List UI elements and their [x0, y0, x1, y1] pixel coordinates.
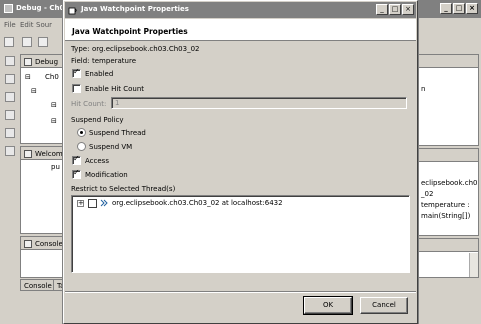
hit-count-input[interactable]: 1: [111, 97, 407, 109]
breakpoints-pane: eclipsebook.ch0 _02 temperature : main(S…: [418, 148, 479, 236]
new-icon[interactable]: [4, 37, 14, 47]
outline-pane: [418, 238, 479, 278]
dialog-title: Java Watchpoint Properties: [81, 5, 189, 13]
suspend-thread-label: Suspend Thread: [89, 129, 146, 137]
dialog-close-button[interactable]: ×: [402, 4, 414, 15]
enable-hit-count-checkbox[interactable]: [72, 84, 81, 93]
java-icon[interactable]: [5, 92, 15, 102]
type-value: org.eclipsebook.ch03.Ch03_02: [92, 45, 200, 53]
debug-view-label: Debug: [35, 58, 59, 66]
debug-tree-root[interactable]: Ch0: [45, 73, 59, 81]
editor-pane: Welcom pu: [20, 146, 64, 234]
dialog-minimize-button[interactable]: _: [376, 4, 388, 15]
suspend-thread-radio[interactable]: [77, 128, 86, 137]
right-line-1: eclipsebook.ch0: [421, 179, 478, 187]
type-label: Type:: [71, 45, 90, 53]
debug-view-header: Debug: [21, 55, 63, 68]
breakpoints-header: [419, 149, 478, 162]
console-icon: [24, 240, 32, 248]
thread-list[interactable]: + org.eclipsebook.ch03.Ch03_02 at localh…: [71, 195, 410, 273]
modification-checkbox[interactable]: [72, 168, 81, 179]
resource-icon[interactable]: [5, 74, 15, 84]
hit-count-value: 1: [115, 99, 120, 107]
menu-file[interactable]: File: [4, 21, 16, 29]
enable-hit-count-label: Enable Hit Count: [85, 85, 145, 93]
enabled-label: Enabled: [85, 70, 114, 78]
access-label: Access: [85, 157, 109, 165]
thread-item-label[interactable]: org.eclipsebook.ch03.Ch03_02 at localhos…: [112, 199, 283, 207]
hit-count-label: Hit Count:: [71, 100, 107, 108]
suspend-vm-label: Suspend VM: [89, 143, 133, 151]
variables-pane: n: [418, 54, 479, 146]
right-line-2: _02: [421, 190, 434, 198]
print-icon[interactable]: [38, 37, 48, 47]
restrict-threads-label: Restrict to Selected Thread(s): [71, 185, 176, 193]
dialog-header: Java Watchpoint Properties: [65, 19, 416, 41]
thread-icon: [100, 199, 108, 207]
suspend-policy-label: Suspend Policy: [71, 116, 124, 124]
right-line-4: main(String[]): [421, 212, 471, 220]
team-icon[interactable]: [5, 128, 15, 138]
console-header: Console: [21, 237, 63, 250]
right-line-3: temperature :: [421, 201, 470, 209]
bg-maximize-button[interactable]: □: [453, 3, 465, 14]
enabled-checkbox[interactable]: [72, 67, 81, 78]
dialog-titlebar: Java Watchpoint Properties _ □ ×: [65, 2, 416, 18]
debug-perspective-icon[interactable]: [5, 110, 15, 120]
ok-button[interactable]: OK: [303, 296, 353, 315]
coffee-cup-icon: [68, 7, 77, 15]
bg-minimize-button[interactable]: _: [440, 3, 452, 14]
eclipse-app-icon: [4, 4, 13, 13]
dialog-maximize-button[interactable]: □: [389, 4, 401, 15]
access-checkbox[interactable]: [72, 154, 81, 165]
dialog-separator: [65, 291, 416, 293]
bg-close-button[interactable]: ×: [466, 3, 478, 14]
bg-window-title: Debug - Ch0: [16, 4, 65, 12]
modification-label: Modification: [85, 171, 128, 179]
perspective-bar: [2, 54, 18, 174]
variables-header: [419, 55, 478, 68]
editor-tab[interactable]: Welcom: [21, 147, 63, 160]
expand-icon[interactable]: +: [77, 200, 84, 207]
debug-view-icon: [24, 58, 32, 66]
field-label: Field:: [71, 57, 90, 65]
outline-header: [419, 239, 478, 252]
cancel-button[interactable]: Cancel: [360, 297, 408, 314]
welcome-icon: [24, 150, 32, 158]
bottom-tab-console[interactable]: Console: [20, 279, 56, 291]
menu-source[interactable]: Sour: [36, 21, 52, 29]
save-icon[interactable]: [22, 37, 32, 47]
watchpoint-properties-dialog: Java Watchpoint Properties _ □ × Java Wa…: [63, 0, 418, 324]
plugin-icon[interactable]: [5, 146, 15, 156]
menu-edit[interactable]: Edit: [20, 21, 34, 29]
welcome-tab-label: Welcom: [35, 150, 63, 158]
console-pane: Console: [20, 236, 64, 278]
dialog-header-title: Java Watchpoint Properties: [72, 27, 188, 36]
thread-checkbox[interactable]: [88, 199, 97, 208]
right-top-text: n: [421, 85, 426, 93]
editor-text: pu: [51, 163, 60, 171]
field-value: temperature: [92, 57, 136, 65]
console-label: Console: [35, 240, 63, 248]
outline-scrollbar[interactable]: [469, 253, 478, 277]
suspend-vm-radio[interactable]: [77, 142, 86, 151]
bg-toolbar: [0, 34, 64, 50]
debug-view: Debug ⊟ Ch0 ⊟ ⊟ ⊟: [20, 54, 64, 144]
perspective-icon[interactable]: [5, 56, 15, 66]
